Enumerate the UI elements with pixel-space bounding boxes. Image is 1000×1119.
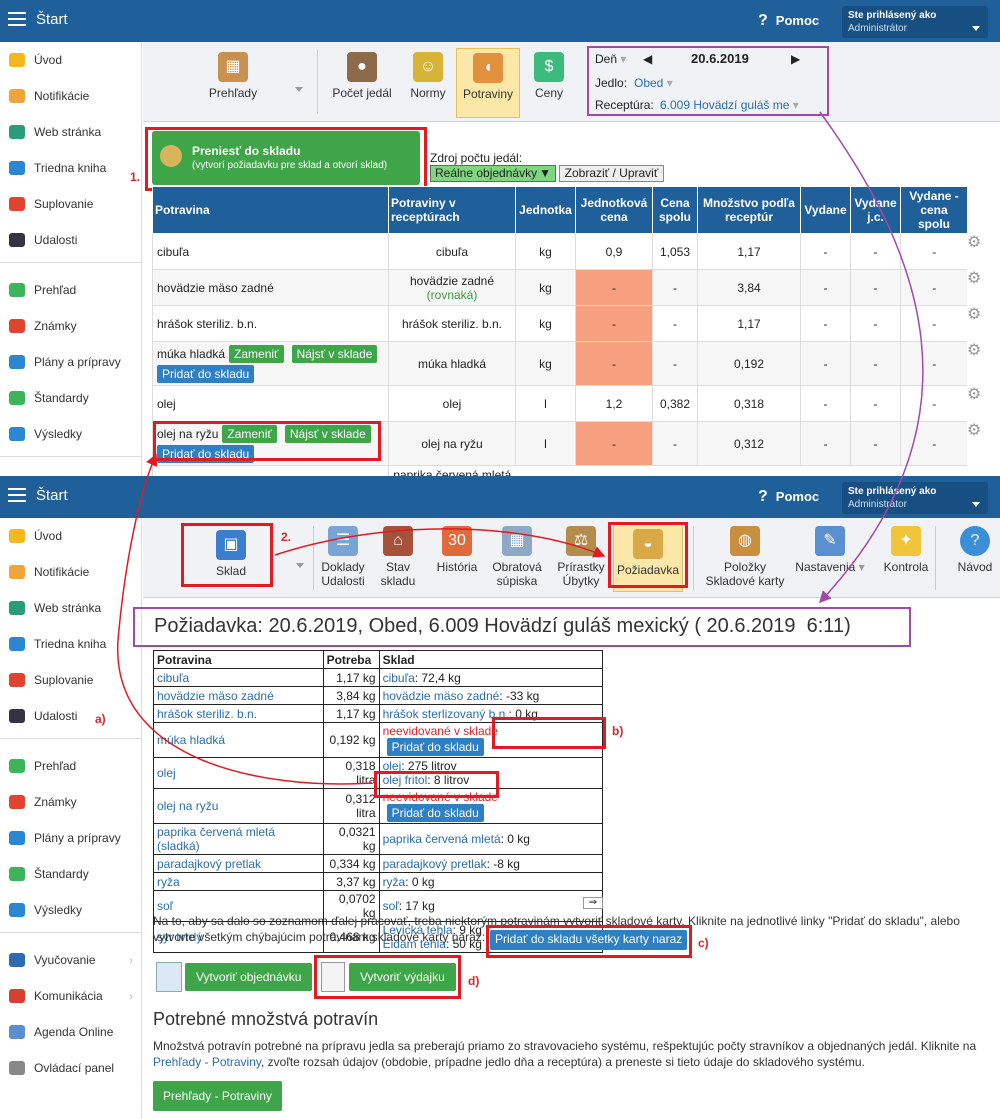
annotation-arrows [117, 111, 924, 785]
